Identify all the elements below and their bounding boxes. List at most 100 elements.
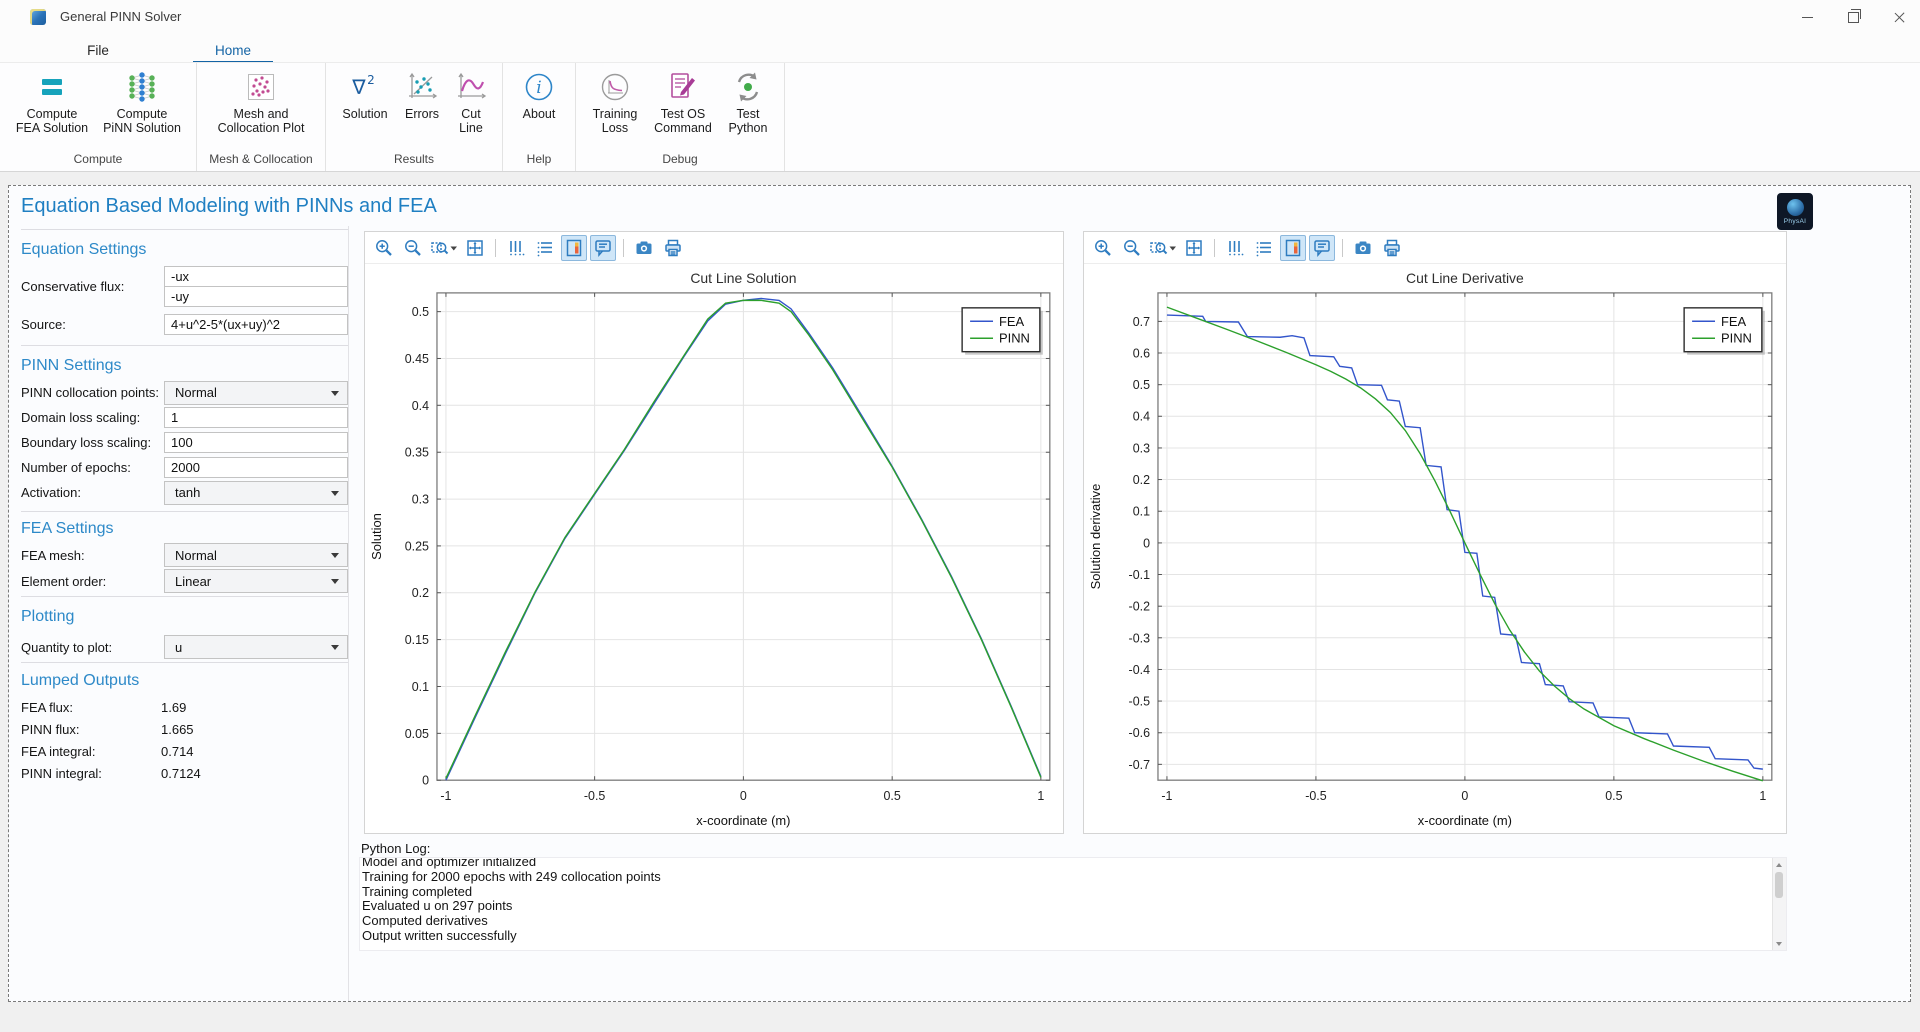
snapshot-icon[interactable] <box>631 235 657 261</box>
cut-line-button[interactable]: CutLine <box>448 64 494 135</box>
svg-text:0: 0 <box>422 774 429 788</box>
color-legend-icon[interactable] <box>1280 235 1306 261</box>
divider <box>21 596 348 597</box>
ribbon-group-label-help: Help <box>511 148 567 171</box>
tab-home[interactable]: Home <box>193 38 273 62</box>
test-os-command-button[interactable]: Test OSCommand <box>646 64 720 135</box>
fea-mesh-select[interactable]: Normal <box>164 543 348 567</box>
color-legend-icon[interactable] <box>561 235 587 261</box>
close-button[interactable] <box>1884 6 1914 28</box>
svg-text:1: 1 <box>1037 789 1044 803</box>
flux-y-input[interactable] <box>164 286 348 307</box>
menu-bar: File Home <box>0 34 1920 62</box>
svg-text:0.2: 0.2 <box>1133 473 1150 487</box>
compute-pinn-solution-button[interactable]: ComputePiNN Solution <box>96 64 188 135</box>
svg-text:0.35: 0.35 <box>405 446 429 460</box>
zoom-in-icon[interactable] <box>371 235 397 261</box>
test-python-button[interactable]: TestPython <box>720 64 776 135</box>
boundary-loss-label: Boundary loss scaling: <box>21 435 164 450</box>
zoom-window-icon[interactable] <box>429 235 459 261</box>
minimize-button[interactable] <box>1792 6 1822 28</box>
equation-settings-title: Equation Settings <box>21 241 348 260</box>
loss-curve-icon <box>597 67 633 107</box>
x-grid-icon[interactable] <box>1222 235 1248 261</box>
menu-file[interactable]: File <box>78 38 118 62</box>
conservative-flux-label: Conservative flux: <box>21 279 164 294</box>
flux-x-input[interactable] <box>164 266 348 287</box>
log-line: Computed derivatives <box>362 914 1786 929</box>
svg-text:0.45: 0.45 <box>405 352 429 366</box>
source-input[interactable] <box>164 314 348 335</box>
svg-text:0.25: 0.25 <box>405 539 429 553</box>
svg-text:i: i <box>536 78 541 98</box>
tooltip-icon[interactable] <box>590 235 616 261</box>
zoom-out-icon[interactable] <box>400 235 426 261</box>
close-icon <box>1894 12 1905 23</box>
log-scrollbar[interactable] <box>1772 858 1786 950</box>
domain-loss-input[interactable] <box>164 407 348 428</box>
snapshot-icon[interactable] <box>1350 235 1376 261</box>
zoom-extents-icon[interactable] <box>462 235 488 261</box>
ribbon-group-results: ∇ 2 Solution <box>326 63 503 171</box>
svg-text:-0.5: -0.5 <box>1129 695 1151 709</box>
tooltip-icon[interactable] <box>1309 235 1335 261</box>
toolbar-separator <box>1342 239 1343 257</box>
activation-select[interactable]: tanh <box>164 481 348 505</box>
page-title: Equation Based Modeling with PINNs and F… <box>21 195 437 218</box>
scroll-up-icon[interactable] <box>1773 858 1785 871</box>
zoom-window-icon[interactable] <box>1148 235 1178 261</box>
scroll-down-icon[interactable] <box>1773 937 1785 950</box>
svg-text:0: 0 <box>1143 536 1150 550</box>
solution-button[interactable]: ∇ 2 Solution <box>334 64 396 121</box>
derivative-plot-canvas[interactable]: -1-0.500.51-0.7-0.6-0.5-0.4-0.3-0.2-0.10… <box>1084 264 1786 833</box>
y-grid-icon[interactable] <box>532 235 558 261</box>
svg-text:-0.3: -0.3 <box>1129 631 1151 645</box>
element-order-select[interactable]: Linear <box>164 569 348 593</box>
ribbon-group-label-mesh: Mesh & Collocation <box>205 148 317 171</box>
refresh-dot-icon <box>730 67 766 107</box>
zoom-out-icon[interactable] <box>1119 235 1145 261</box>
svg-text:Solution derivative: Solution derivative <box>1088 484 1103 590</box>
toolbar-separator <box>623 239 624 257</box>
main-panel: Equation Based Modeling with PINNs and F… <box>8 185 1911 1002</box>
pinn-settings-title: PINN Settings <box>21 357 348 376</box>
plotting-title: Plotting <box>21 608 348 627</box>
boundary-loss-input[interactable] <box>164 432 348 453</box>
ribbon: ComputeFEA Solution <box>0 62 1920 172</box>
zoom-in-icon[interactable] <box>1090 235 1116 261</box>
mesh-collocation-plot-button[interactable]: Mesh andCollocation Plot <box>205 64 317 135</box>
errors-button[interactable]: Errors <box>396 64 448 121</box>
svg-text:0.15: 0.15 <box>405 633 429 647</box>
neural-network-icon <box>124 67 160 107</box>
svg-text:0.6: 0.6 <box>1133 346 1150 360</box>
svg-text:Solution: Solution <box>369 513 384 560</box>
chevron-down-icon <box>331 553 339 558</box>
divider <box>21 229 348 230</box>
training-loss-button[interactable]: TrainingLoss <box>584 64 646 135</box>
collocation-points-select[interactable]: Normal <box>164 381 348 405</box>
y-grid-icon[interactable] <box>1251 235 1277 261</box>
log-line: Output written successfully <box>362 929 1786 944</box>
pinn-flux-value: 1.665 <box>161 722 194 737</box>
x-grid-icon[interactable] <box>503 235 529 261</box>
restore-button[interactable] <box>1838 6 1868 28</box>
epochs-input[interactable] <box>164 457 348 478</box>
physai-orb-icon <box>1787 199 1804 216</box>
compute-fea-solution-button[interactable]: ComputeFEA Solution <box>8 64 96 135</box>
python-log-label: Python Log: <box>361 841 430 856</box>
svg-text:PINN: PINN <box>1721 331 1752 346</box>
quantity-to-plot-select[interactable]: u <box>164 635 348 659</box>
print-icon[interactable] <box>660 235 686 261</box>
about-button[interactable]: i About <box>511 64 567 121</box>
svg-text:0.5: 0.5 <box>1605 789 1622 803</box>
output-row: FEA flux: 1.69 <box>21 696 348 718</box>
error-scatter-icon <box>404 67 440 107</box>
scrollbar-thumb[interactable] <box>1775 872 1783 898</box>
svg-text:0.5: 0.5 <box>884 789 901 803</box>
print-icon[interactable] <box>1379 235 1405 261</box>
solution-plot-canvas[interactable]: -1-0.500.5100.050.10.150.20.250.30.350.4… <box>365 264 1063 833</box>
chevron-down-icon <box>331 491 339 496</box>
svg-text:0.4: 0.4 <box>1133 410 1150 424</box>
zoom-extents-icon[interactable] <box>1181 235 1207 261</box>
ribbon-group-debug: TrainingLoss Test OSCommand <box>576 63 785 171</box>
